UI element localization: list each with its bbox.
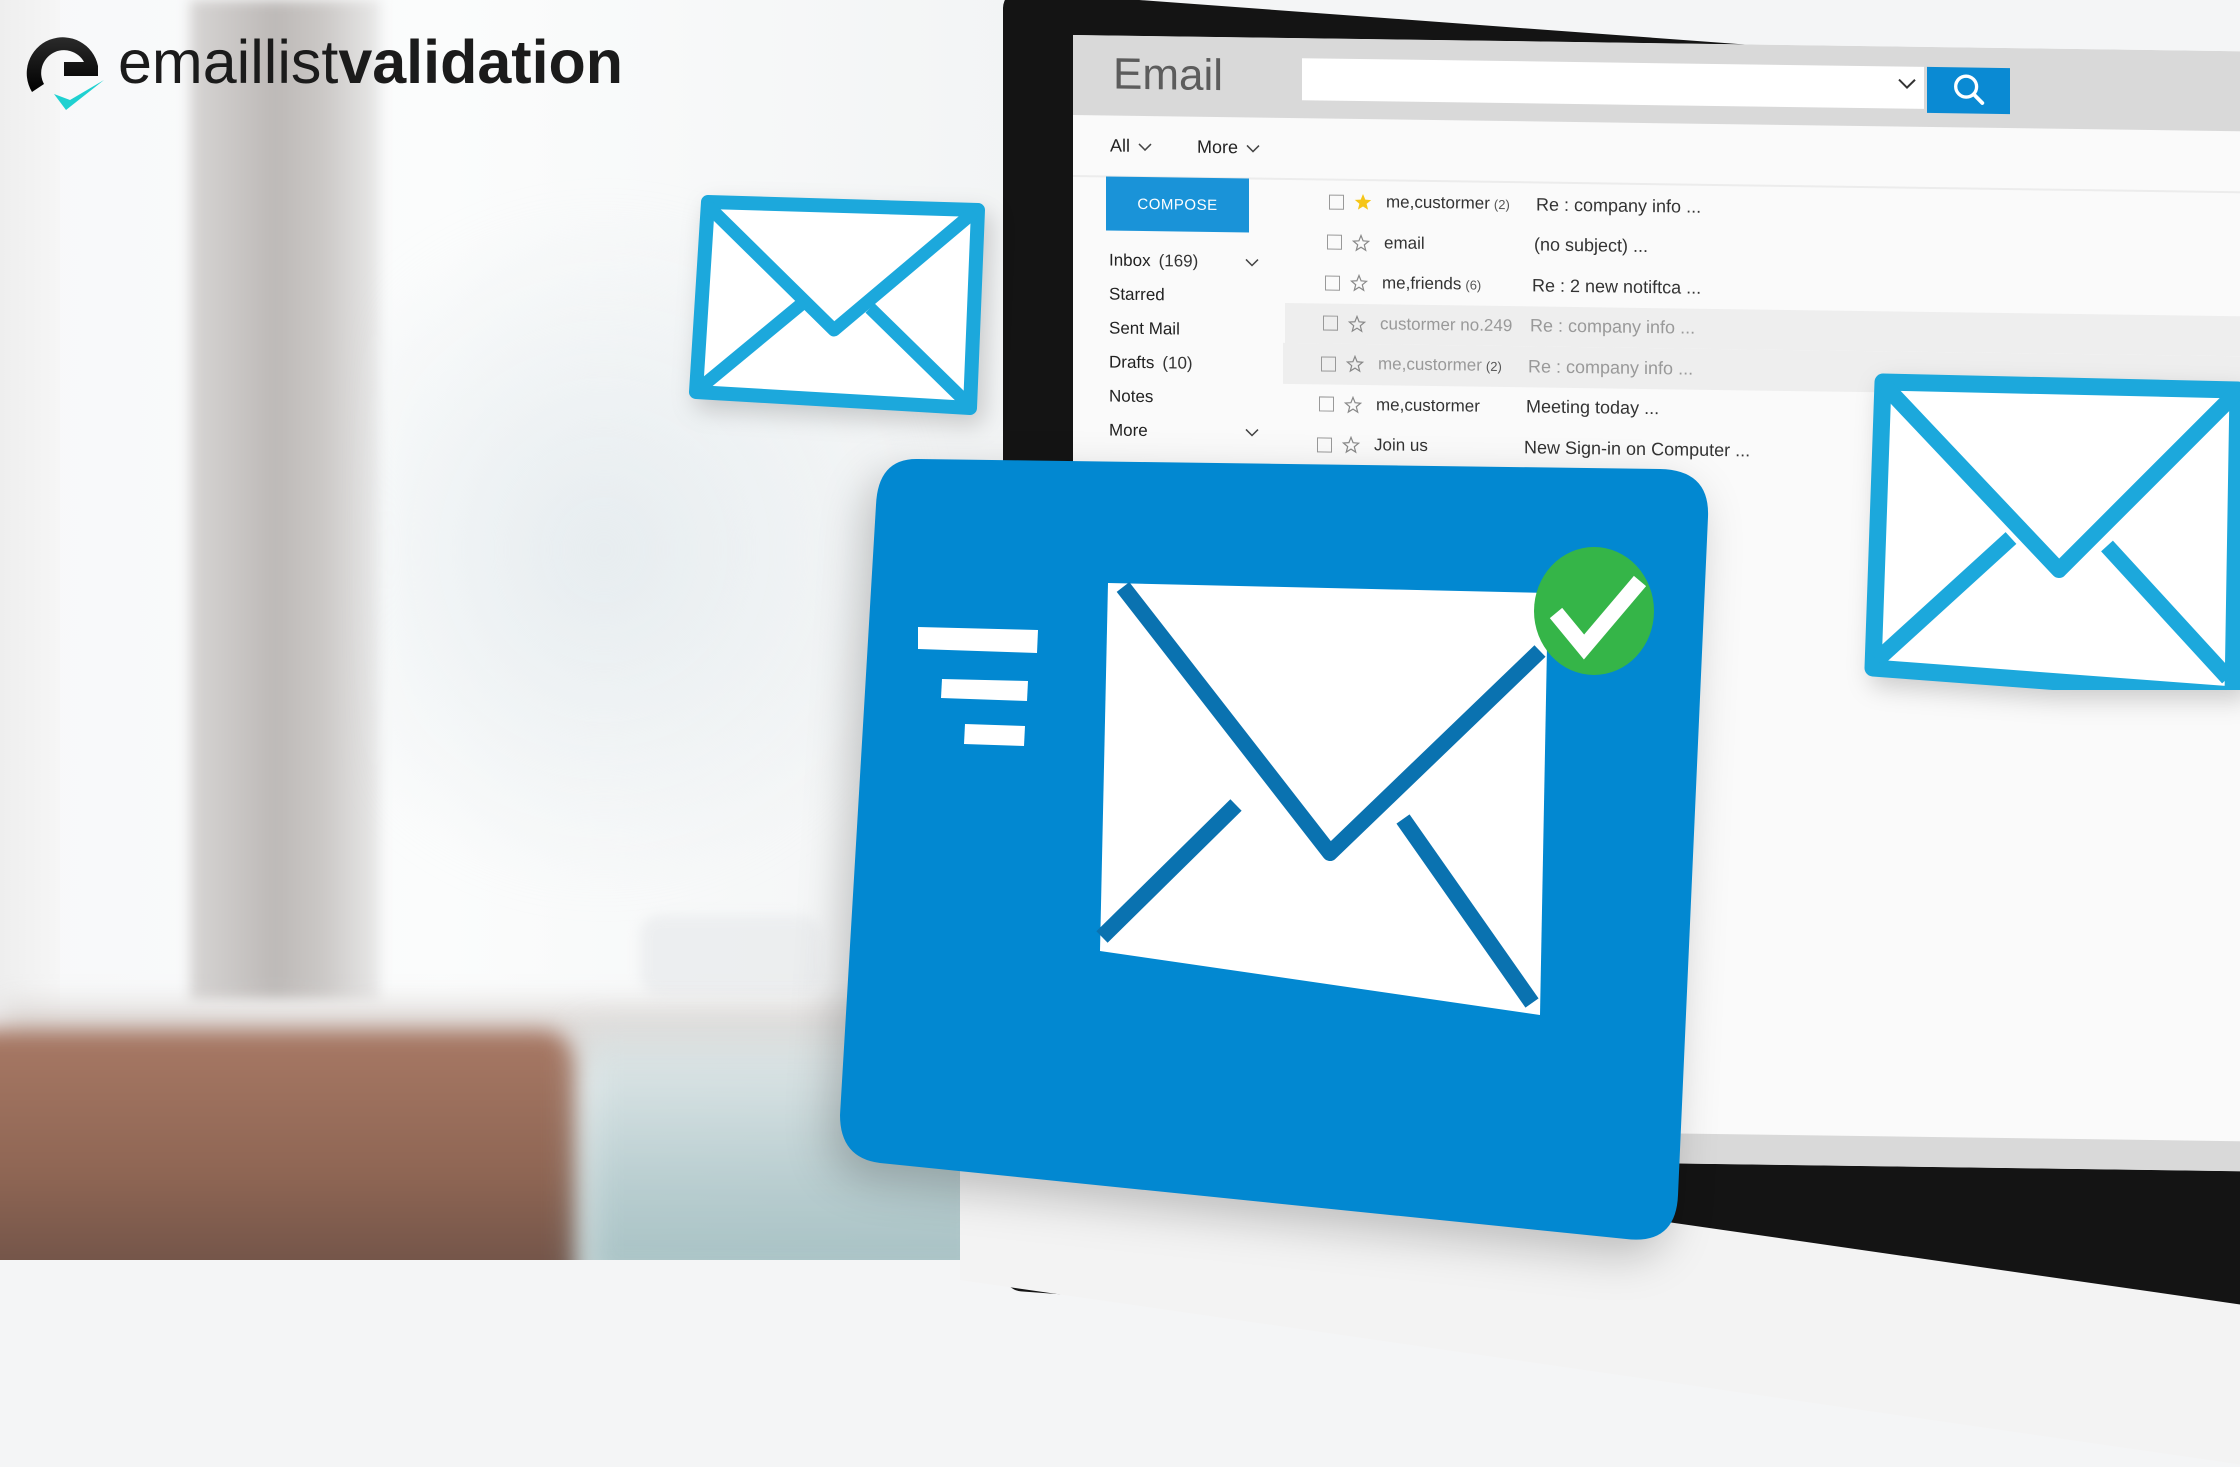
thread-count: (2) — [1485, 359, 1502, 375]
brand-name-light: emaillist — [118, 28, 339, 96]
speed-line-2 — [941, 679, 1028, 701]
e-checkmark-logo-icon — [26, 37, 104, 110]
sender-name: email — [1384, 233, 1425, 253]
app-title: Email — [1113, 49, 1224, 101]
message-subject: Re : company info ... — [1528, 356, 1694, 379]
floating-envelope-right — [1843, 360, 2240, 704]
search-icon — [1953, 74, 1984, 105]
message-sender: custormer no.249 — [1380, 314, 1530, 336]
thread-count: (2) — [1493, 197, 1510, 213]
sender-name: custormer no.249 — [1380, 314, 1513, 335]
white-envelope-icon — [1096, 582, 1548, 1015]
message-checkbox[interactable] — [1329, 194, 1344, 210]
chevron-down-icon — [1246, 144, 1260, 153]
chevron-down-icon[interactable] — [1245, 427, 1259, 437]
speed-line-3 — [964, 724, 1025, 746]
more-actions-label: More — [1197, 136, 1239, 158]
message-subject: Re : company info ... — [1530, 315, 1696, 338]
nav-label: Drafts — [1109, 352, 1155, 373]
sender-name: me,custormer — [1378, 354, 1482, 375]
sender-name: me,friends — [1382, 273, 1462, 294]
speed-line-1 — [918, 627, 1038, 653]
sender-name: Join us — [1374, 435, 1428, 456]
nav-item-inbox[interactable]: Inbox (169) — [1109, 244, 1259, 280]
floating-envelope-left — [686, 180, 986, 420]
message-checkbox[interactable] — [1325, 275, 1340, 291]
message-checkbox[interactable] — [1327, 234, 1342, 251]
more-actions-dropdown[interactable]: More — [1197, 137, 1260, 159]
filter-all-label: All — [1110, 135, 1131, 156]
nav-label: Notes — [1109, 386, 1154, 407]
message-sender: email — [1384, 233, 1534, 255]
window-ledge — [640, 915, 820, 995]
search-input[interactable] — [1302, 58, 1924, 109]
sender-name: me,custormer — [1386, 192, 1490, 214]
envelope-outline-icon — [689, 195, 985, 415]
search-button[interactable] — [1927, 66, 2010, 115]
sender-name: me,custormer — [1376, 394, 1480, 416]
nav-item-more[interactable]: More — [1109, 414, 1259, 450]
nav-count: (169) — [1158, 251, 1199, 271]
message-checkbox[interactable] — [1317, 437, 1332, 453]
chevron-down-icon — [1138, 142, 1152, 151]
nav-label: More — [1109, 420, 1148, 441]
compose-button[interactable]: COMPOSE — [1106, 176, 1249, 233]
star-outline-icon[interactable] — [1344, 395, 1362, 414]
star-outline-icon[interactable] — [1350, 274, 1368, 292]
nav-label: Starred — [1109, 284, 1165, 305]
message-sender: me,custormer (2) — [1378, 355, 1528, 377]
message-subject: Meeting today ... — [1526, 396, 1660, 419]
nav-item-notes[interactable]: Notes — [1109, 380, 1259, 416]
message-subject: (no subject) ... — [1534, 234, 1649, 257]
brand-name-bold: validation — [338, 28, 624, 96]
star-outline-icon[interactable] — [1352, 233, 1370, 252]
nav-count: (10) — [1162, 353, 1193, 373]
blurred-desk — [0, 1030, 580, 1260]
nav-label: Sent Mail — [1109, 318, 1180, 339]
envelope-outline-icon — [1864, 373, 2240, 704]
message-sender: me,friends (6) — [1382, 274, 1532, 296]
star-outline-icon[interactable] — [1348, 314, 1366, 333]
message-sender: me,custormer — [1376, 395, 1526, 417]
star-outline-icon[interactable] — [1342, 436, 1360, 454]
thread-count: (6) — [1465, 277, 1482, 293]
star-filled-icon[interactable] — [1354, 193, 1372, 211]
message-sender: me,custormer (2) — [1386, 193, 1536, 215]
envelope-verified-icon — [840, 458, 1709, 1240]
chevron-down-icon[interactable] — [1245, 257, 1259, 267]
nav-item-sent-mail[interactable]: Sent Mail — [1109, 312, 1259, 348]
nav-item-starred[interactable]: Starred — [1109, 278, 1259, 314]
filter-all-dropdown[interactable]: All — [1110, 136, 1152, 158]
folder-nav: Inbox (169) Starred Sent Mail Drafts (10… — [1109, 244, 1259, 450]
message-subject: Re : company info ... — [1536, 194, 1702, 217]
message-checkbox[interactable] — [1319, 396, 1334, 412]
window-pillar — [190, 0, 380, 1000]
brand-name: emaillistvalidation — [118, 27, 623, 97]
star-outline-icon[interactable] — [1346, 355, 1364, 373]
chevron-down-icon[interactable] — [1896, 72, 1918, 94]
message-subject: Re : 2 new notiftca ... — [1532, 275, 1702, 298]
verified-email-card — [840, 455, 1720, 1245]
verified-badge — [1534, 547, 1654, 675]
nav-label: Inbox — [1109, 250, 1151, 271]
message-checkbox[interactable] — [1321, 356, 1336, 372]
brand-logo[interactable]: emaillistvalidation — [18, 18, 623, 112]
message-checkbox[interactable] — [1323, 315, 1338, 331]
nav-item-drafts[interactable]: Drafts (10) — [1109, 346, 1259, 382]
